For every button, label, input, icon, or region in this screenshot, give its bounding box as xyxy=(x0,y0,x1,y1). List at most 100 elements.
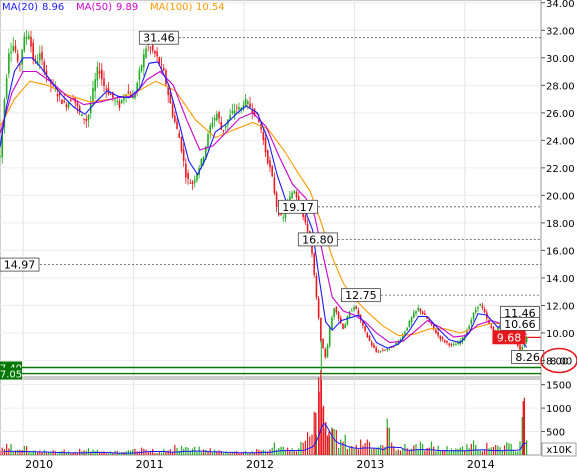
candle-body xyxy=(264,137,267,153)
candle-body xyxy=(262,132,265,140)
candle-body xyxy=(176,121,178,129)
candle-body xyxy=(5,77,8,98)
candle-body xyxy=(85,118,88,122)
candle-body xyxy=(193,179,196,183)
candle-body xyxy=(412,312,415,318)
candle-body xyxy=(180,137,183,152)
candle-body xyxy=(231,110,234,114)
price-label-text: 9.68 xyxy=(497,331,522,344)
candle-body xyxy=(61,99,63,105)
candle-body xyxy=(67,102,70,108)
candle-body xyxy=(324,348,327,357)
candle-body xyxy=(315,276,318,298)
volume-tick-label: 1000 xyxy=(546,404,571,415)
candle-body xyxy=(191,181,194,185)
circled-price-label: 8.00 xyxy=(550,356,572,367)
candle-body xyxy=(472,313,475,320)
candle-body xyxy=(143,54,145,68)
x-tick-label: 2012 xyxy=(246,458,274,471)
price-label-text: 14.97 xyxy=(4,259,36,272)
volume-tick-label: 1500 xyxy=(546,381,571,392)
candle-body xyxy=(346,316,349,325)
candle-body xyxy=(94,79,96,92)
candle-body xyxy=(364,326,366,332)
candle-body xyxy=(370,341,373,346)
price-label-text: 8.26 xyxy=(515,351,540,364)
candle-body xyxy=(481,305,484,308)
candle-body xyxy=(393,346,395,348)
price-tick-label: 34.00 xyxy=(546,0,575,10)
candle-body xyxy=(424,313,426,316)
candle-body xyxy=(470,319,473,324)
legend-label: MA(50) xyxy=(76,2,112,13)
price-label-text: 12.75 xyxy=(345,289,377,302)
candle-body xyxy=(342,323,344,329)
price-tick-label: 14.00 xyxy=(546,274,575,285)
candle-body xyxy=(304,215,307,223)
candle-body xyxy=(185,163,187,178)
price-tick-label: 30.00 xyxy=(546,54,575,65)
candle-body xyxy=(171,104,174,117)
candle-body xyxy=(154,50,156,54)
candle-body xyxy=(468,326,470,329)
candle-body xyxy=(417,307,420,311)
candle-body xyxy=(366,333,369,338)
candle-body xyxy=(238,107,240,110)
candle-body xyxy=(27,35,30,40)
candle-body xyxy=(65,104,68,108)
candle-body xyxy=(348,311,351,318)
candle-body xyxy=(87,114,90,121)
candle-body xyxy=(368,335,371,341)
candle-body xyxy=(437,332,439,336)
candle-body xyxy=(207,134,209,147)
candle-body xyxy=(41,52,43,60)
candle-body xyxy=(63,100,65,103)
x-tick-label: 2014 xyxy=(467,458,495,471)
candle-body xyxy=(452,343,455,345)
candle-body xyxy=(174,115,176,122)
candle-body xyxy=(23,36,26,51)
legend-label: MA(20) xyxy=(2,2,38,13)
candle-body xyxy=(331,317,333,330)
candle-body xyxy=(386,348,389,350)
volume-tick-label: 500 xyxy=(546,428,565,439)
candle-body xyxy=(25,37,28,39)
candle-body xyxy=(10,51,12,54)
candle-body xyxy=(39,53,41,61)
candle-body xyxy=(127,91,130,94)
price-tick-label: 18.00 xyxy=(546,219,575,230)
candle-body xyxy=(377,351,380,353)
candle-body xyxy=(415,310,417,314)
price-tick-label: 28.00 xyxy=(546,81,575,92)
candle-body xyxy=(455,344,457,346)
candle-body xyxy=(21,49,23,65)
price-tick-label: 22.00 xyxy=(546,164,575,175)
candle-body xyxy=(410,317,413,323)
candle-body xyxy=(351,310,353,312)
price-label-text: 19.17 xyxy=(282,201,314,214)
candle-body xyxy=(8,53,10,74)
candle-body xyxy=(373,344,375,348)
candle-body xyxy=(293,191,296,194)
candle-body xyxy=(269,160,271,168)
candle-body xyxy=(271,166,273,177)
candle-body xyxy=(479,303,481,306)
price-tick-label: 16.00 xyxy=(546,246,575,257)
candle-body xyxy=(16,53,19,62)
candle-body xyxy=(149,47,152,49)
legend-value: 9.89 xyxy=(116,2,138,13)
candle-body xyxy=(443,340,446,343)
candle-body xyxy=(328,328,331,346)
candle-body xyxy=(109,93,112,95)
candle-body xyxy=(483,309,486,313)
candle-body xyxy=(408,320,411,328)
candle-body xyxy=(70,99,72,102)
candle-body xyxy=(151,45,154,51)
candle-body xyxy=(474,309,477,313)
candle-body xyxy=(211,122,214,127)
x-tick-label: 2013 xyxy=(356,458,384,471)
candle-body xyxy=(355,306,358,309)
candle-body xyxy=(34,59,37,61)
candle-body xyxy=(406,327,408,331)
candle-body xyxy=(96,66,99,81)
